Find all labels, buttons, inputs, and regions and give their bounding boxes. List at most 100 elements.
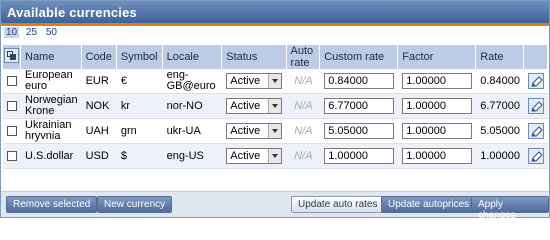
rate-value: 1.00000: [476, 144, 524, 169]
action-bar: Remove selected New currency Update auto…: [1, 191, 549, 221]
currency-symbol: grn: [116, 119, 163, 144]
column-header-locale: Locale: [162, 45, 223, 69]
status-select[interactable]: Active: [226, 123, 283, 139]
row-checkbox[interactable]: [7, 125, 17, 136]
currency-code: USD: [81, 144, 117, 169]
column-header-custom-rate: Custom rate: [320, 45, 399, 69]
currency-code: NOK: [81, 94, 117, 119]
custom-rate-cell: 1.00000: [320, 144, 399, 169]
column-header-status: Status: [222, 45, 287, 69]
custom-rate-input[interactable]: 1.00000: [324, 148, 395, 164]
factor-cell: 1.00000: [398, 119, 477, 144]
page-size-50[interactable]: 50: [46, 27, 57, 38]
table-row: U.S.dollar USD $ eng-US Active N/A 1.000…: [3, 144, 548, 169]
currency-name: U.S.dollar: [21, 144, 82, 169]
remove-selected-button[interactable]: Remove selected: [6, 196, 98, 213]
status-select[interactable]: Active: [226, 148, 283, 164]
factor-input[interactable]: 1.00000: [402, 73, 473, 89]
row-checkbox-cell: [3, 119, 21, 144]
row-checkbox-cell: [3, 144, 21, 169]
page-size-25[interactable]: 25: [26, 27, 37, 38]
currency-locale: eng-US: [162, 144, 223, 169]
column-header-factor: Factor: [398, 45, 477, 69]
edit-cell: [523, 69, 548, 94]
rate-value: 6.77000: [476, 94, 524, 119]
edit-icon[interactable]: [527, 148, 544, 164]
update-auto-rates-button[interactable]: Update auto rates: [291, 196, 385, 213]
table-row: European euro EUR € eng-GB@euro Active N…: [3, 69, 548, 94]
status-cell: Active: [222, 69, 287, 94]
custom-rate-cell: 0.84000: [320, 69, 399, 94]
row-checkbox-cell: [3, 94, 21, 119]
rate-value: 0.84000: [476, 69, 524, 94]
chevron-down-icon: [268, 149, 282, 163]
table-row: Norwegian Krone NOK kr nor-NO Active N/A…: [3, 94, 548, 119]
auto-rate-value: N/A: [286, 94, 321, 119]
auto-rate-value: N/A: [286, 69, 321, 94]
currency-name: Ukrainian hryvnia: [21, 119, 82, 144]
update-autoprices-button[interactable]: Update autoprices: [381, 196, 477, 213]
status-cell: Active: [222, 144, 287, 169]
status-select[interactable]: Active: [226, 98, 283, 114]
custom-rate-cell: 5.05000: [320, 119, 399, 144]
edit-cell: [523, 119, 548, 144]
edit-icon[interactable]: [527, 123, 544, 139]
currency-symbol: €: [116, 69, 163, 94]
factor-input[interactable]: 1.00000: [402, 123, 473, 139]
edit-icon[interactable]: [527, 98, 544, 114]
chevron-down-icon: [268, 99, 282, 113]
custom-rate-input[interactable]: 5.05000: [324, 123, 395, 139]
currencies-table: Name Code Symbol Locale Status Auto rate…: [3, 45, 548, 169]
currency-symbol: kr: [116, 94, 163, 119]
status-value: Active: [230, 75, 261, 87]
page-size-10[interactable]: 10: [4, 27, 20, 38]
currency-name: Norwegian Krone: [21, 94, 82, 119]
factor-cell: 1.00000: [398, 144, 477, 169]
row-checkbox[interactable]: [7, 150, 17, 161]
custom-rate-cell: 6.77000: [320, 94, 399, 119]
factor-cell: 1.00000: [398, 69, 477, 94]
currency-code: EUR: [81, 69, 117, 94]
row-checkbox-cell: [3, 69, 21, 94]
page-size-selector: 10 25 50: [1, 26, 549, 40]
custom-rate-input[interactable]: 0.84000: [324, 73, 395, 89]
custom-rate-input[interactable]: 6.77000: [324, 98, 395, 114]
currencies-panel: Available currencies 10 25 50 Name Code …: [0, 0, 550, 221]
column-header-rate: Rate: [476, 45, 524, 69]
row-checkbox[interactable]: [7, 75, 17, 86]
row-checkbox[interactable]: [7, 100, 17, 111]
auto-rate-value: N/A: [286, 119, 321, 144]
apply-changes-button[interactable]: Apply changes: [471, 196, 549, 221]
column-header-auto-rate: Auto rate: [286, 45, 321, 69]
auto-rate-value: N/A: [286, 144, 321, 169]
select-all-icon[interactable]: [4, 48, 19, 63]
status-cell: Active: [222, 94, 287, 119]
status-value: Active: [230, 100, 261, 112]
column-header-code: Code: [81, 45, 117, 69]
currency-code: UAH: [81, 119, 117, 144]
currency-locale: nor-NO: [162, 94, 223, 119]
status-value: Active: [230, 150, 261, 162]
factor-input[interactable]: 1.00000: [402, 148, 473, 164]
currency-name: European euro: [21, 69, 82, 94]
chevron-down-icon: [268, 124, 282, 138]
edit-icon[interactable]: [527, 73, 544, 89]
edit-cell: [523, 144, 548, 169]
currency-locale: eng-GB@euro: [162, 69, 223, 94]
factor-cell: 1.00000: [398, 94, 477, 119]
new-currency-button[interactable]: New currency: [97, 196, 173, 213]
rate-value: 5.05000: [476, 119, 524, 144]
chevron-down-icon: [268, 74, 282, 88]
edit-cell: [523, 94, 548, 119]
select-all-cell: [3, 45, 21, 69]
table-header-row: Name Code Symbol Locale Status Auto rate…: [3, 45, 548, 69]
column-header-edit: [523, 45, 548, 69]
column-header-symbol: Symbol: [116, 45, 163, 69]
table-row: Ukrainian hryvnia UAH grn ukr-UA Active …: [3, 119, 548, 144]
status-select[interactable]: Active: [226, 73, 283, 89]
column-header-name: Name: [21, 45, 82, 69]
status-cell: Active: [222, 119, 287, 144]
status-value: Active: [230, 125, 261, 137]
factor-input[interactable]: 1.00000: [402, 98, 473, 114]
panel-title: Available currencies: [1, 1, 549, 26]
